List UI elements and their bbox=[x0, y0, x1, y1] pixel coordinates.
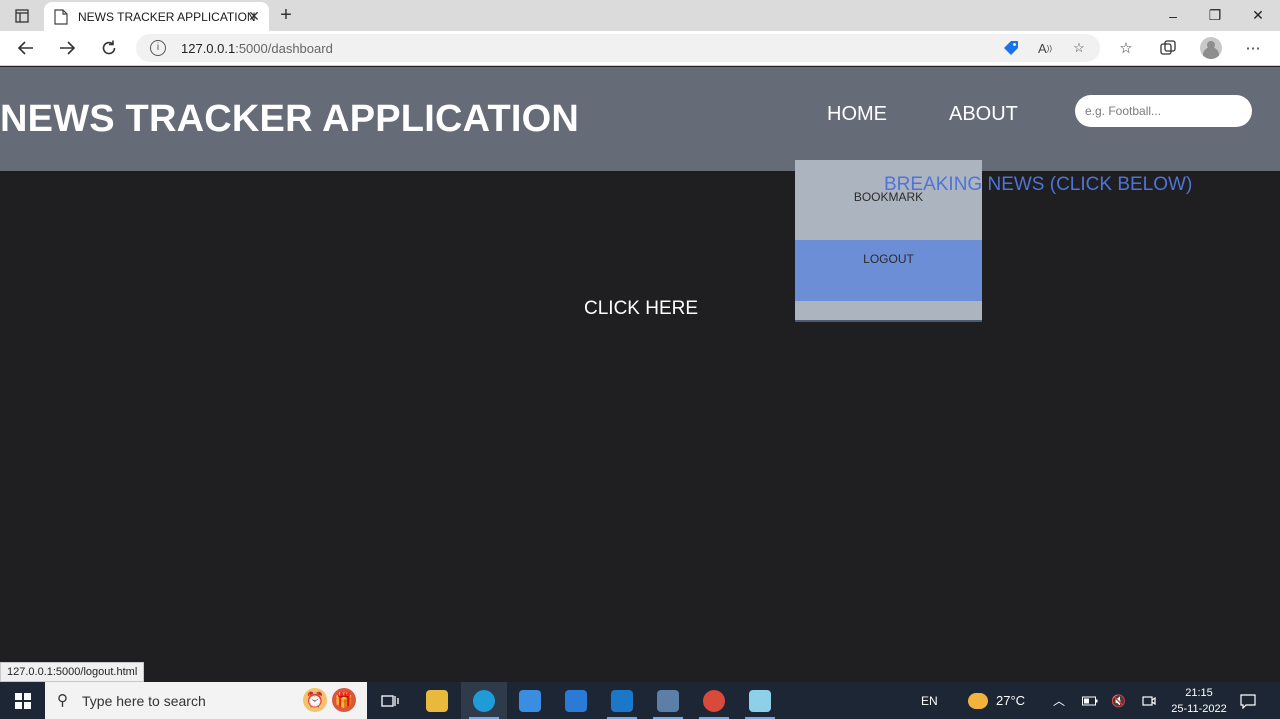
volume-muted-icon[interactable]: 🔇 bbox=[1111, 682, 1126, 719]
shopping-tag-icon[interactable] bbox=[1002, 40, 1020, 56]
gift-icon: 🎁 bbox=[332, 688, 356, 712]
vscode-icon[interactable] bbox=[599, 682, 645, 719]
add-favorite-icon[interactable]: ☆ bbox=[1070, 40, 1088, 56]
chrome-icon[interactable] bbox=[691, 682, 737, 719]
browser-tab-bar: NEWS TRACKER APPLICATION ✕ + – ❐ ✕ bbox=[0, 0, 1280, 31]
system-clock[interactable]: 21:15 25-11-2022 bbox=[1170, 685, 1228, 717]
battery-icon[interactable] bbox=[1082, 682, 1098, 719]
tab-title: NEWS TRACKER APPLICATION bbox=[78, 9, 256, 24]
search-icon: ⚲ bbox=[57, 692, 68, 709]
profile-avatar[interactable] bbox=[1200, 37, 1222, 59]
windows-taskbar: ⚲ Type here to search ⏰ 🎁 EN 27°C ︿ 🔇 21… bbox=[0, 682, 1280, 719]
page-icon bbox=[54, 8, 68, 25]
weather-icon bbox=[968, 692, 988, 709]
edge-browser-icon[interactable] bbox=[461, 682, 507, 719]
address-url: 127.0.0.1:5000/dashboard bbox=[181, 41, 333, 56]
dropdown-bottom-border bbox=[795, 320, 982, 322]
breaking-news-heading: BREAKING NEWS (CLICK BELOW) bbox=[884, 174, 1193, 195]
new-tab-button[interactable]: + bbox=[276, 5, 296, 25]
browser-tab[interactable]: NEWS TRACKER APPLICATION ✕ bbox=[44, 2, 269, 31]
tab-actions-icon[interactable] bbox=[8, 5, 36, 27]
site-header: NEWS TRACKER APPLICATION HOME ABOUT bbox=[0, 67, 1280, 171]
nav-about-link[interactable]: ABOUT bbox=[949, 103, 1018, 126]
restore-button[interactable]: ❐ bbox=[1194, 0, 1236, 31]
news-search-input[interactable] bbox=[1075, 95, 1252, 127]
favorites-icon[interactable]: ☆ bbox=[1115, 37, 1137, 59]
start-button[interactable] bbox=[0, 682, 45, 719]
url-path: :5000/dashboard bbox=[235, 41, 333, 56]
task-view-icon[interactable] bbox=[367, 682, 413, 719]
notepad-icon[interactable] bbox=[737, 682, 783, 719]
clock-time: 21:15 bbox=[1185, 687, 1213, 699]
weather-widget[interactable]: 27°C bbox=[968, 682, 1025, 719]
page-body: NEWS TRACKER APPLICATION HOME ABOUT BOOK… bbox=[0, 67, 1280, 682]
address-bar[interactable]: i 127.0.0.1:5000/dashboard A)) ☆ bbox=[136, 34, 1100, 62]
alarm-clock-icon: ⏰ bbox=[303, 688, 327, 712]
mail-icon[interactable] bbox=[553, 682, 599, 719]
remote-desktop-icon[interactable] bbox=[645, 682, 691, 719]
show-hidden-icons-icon[interactable]: ︿ bbox=[1053, 682, 1065, 719]
dropdown-item-logout[interactable]: LOGOUT bbox=[795, 240, 982, 301]
more-menu-icon[interactable]: ⋯ bbox=[1242, 37, 1264, 59]
read-aloud-icon[interactable]: A)) bbox=[1036, 40, 1054, 56]
tab-close-icon[interactable]: ✕ bbox=[247, 9, 261, 23]
notifications-icon[interactable] bbox=[1240, 682, 1256, 719]
forward-icon[interactable] bbox=[53, 36, 81, 60]
minimize-button[interactable]: – bbox=[1152, 0, 1194, 31]
site-brand: NEWS TRACKER APPLICATION bbox=[0, 98, 580, 140]
url-host: 127.0.0.1 bbox=[181, 41, 236, 56]
language-indicator[interactable]: EN bbox=[921, 682, 938, 719]
refresh-icon[interactable] bbox=[95, 36, 123, 60]
site-info-icon[interactable]: i bbox=[150, 40, 166, 56]
collections-icon[interactable] bbox=[1157, 37, 1179, 59]
file-explorer-icon[interactable] bbox=[414, 682, 460, 719]
nav-home-link[interactable]: HOME bbox=[827, 103, 887, 126]
windows-logo-icon bbox=[14, 692, 31, 709]
clock-date: 25-11-2022 bbox=[1171, 703, 1227, 715]
status-bar-url: 127.0.0.1:5000/logout.html bbox=[0, 662, 145, 682]
taskbar-search-box[interactable]: ⚲ Type here to search ⏰ 🎁 bbox=[45, 682, 367, 719]
close-window-button[interactable]: ✕ bbox=[1237, 0, 1279, 31]
weather-temperature: 27°C bbox=[996, 693, 1026, 708]
click-here-link[interactable]: CLICK HERE bbox=[584, 298, 698, 320]
browser-toolbar: i 127.0.0.1:5000/dashboard A)) ☆ ☆ ⋯ bbox=[0, 31, 1280, 66]
meet-now-icon[interactable] bbox=[1142, 682, 1156, 719]
taskbar-search-placeholder: Type here to search bbox=[82, 693, 206, 709]
back-icon[interactable] bbox=[12, 36, 40, 60]
microsoft-store-icon[interactable] bbox=[507, 682, 553, 719]
